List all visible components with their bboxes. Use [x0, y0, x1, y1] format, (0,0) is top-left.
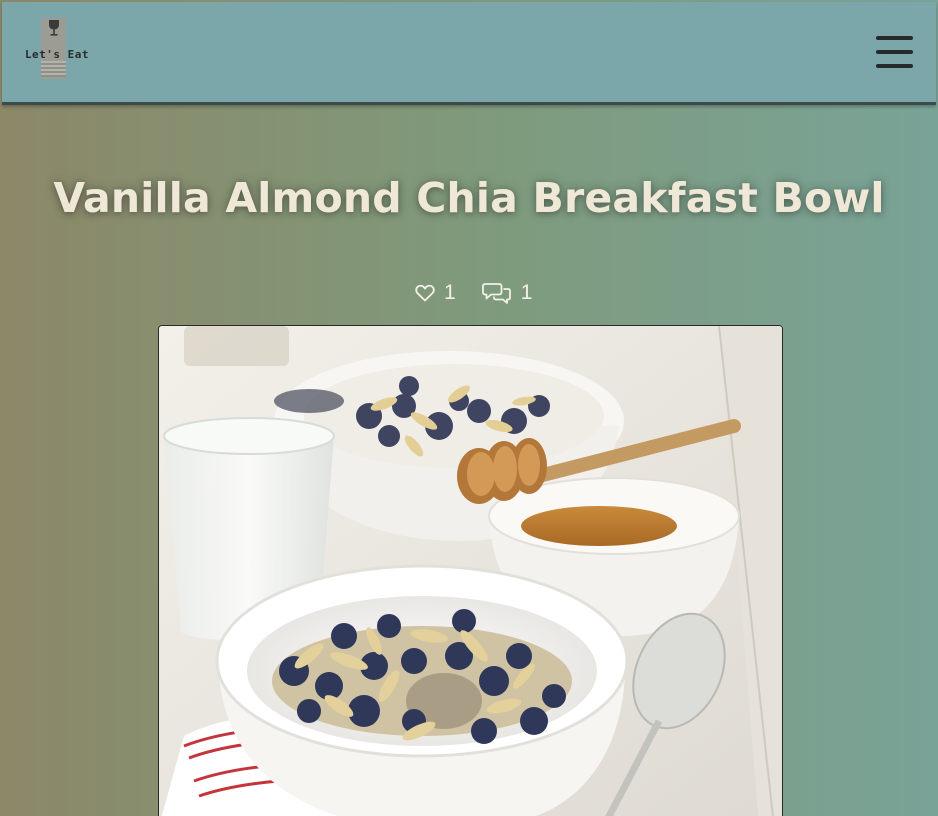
breakfast-bowl-illustration [159, 326, 782, 816]
wine-glass-icon [49, 20, 59, 36]
comments-icon [481, 283, 511, 304]
recipe-stats: 1 1 [415, 278, 558, 308]
recipe-title: Vanilla Almond Chia Breakfast Bowl [53, 174, 885, 222]
comment-count: 1 [520, 281, 533, 304]
logo-text: Let's Eat [24, 48, 90, 61]
comments-button[interactable]: 1 [481, 281, 533, 305]
like-button[interactable]: 1 [415, 281, 456, 305]
like-count: 1 [444, 281, 456, 304]
recipe-photo[interactable] [158, 325, 783, 816]
logo[interactable]: Let's Eat [22, 16, 92, 82]
heart-icon [415, 284, 435, 302]
hamburger-menu-icon[interactable] [874, 34, 914, 70]
header: Let's Eat [2, 2, 936, 105]
